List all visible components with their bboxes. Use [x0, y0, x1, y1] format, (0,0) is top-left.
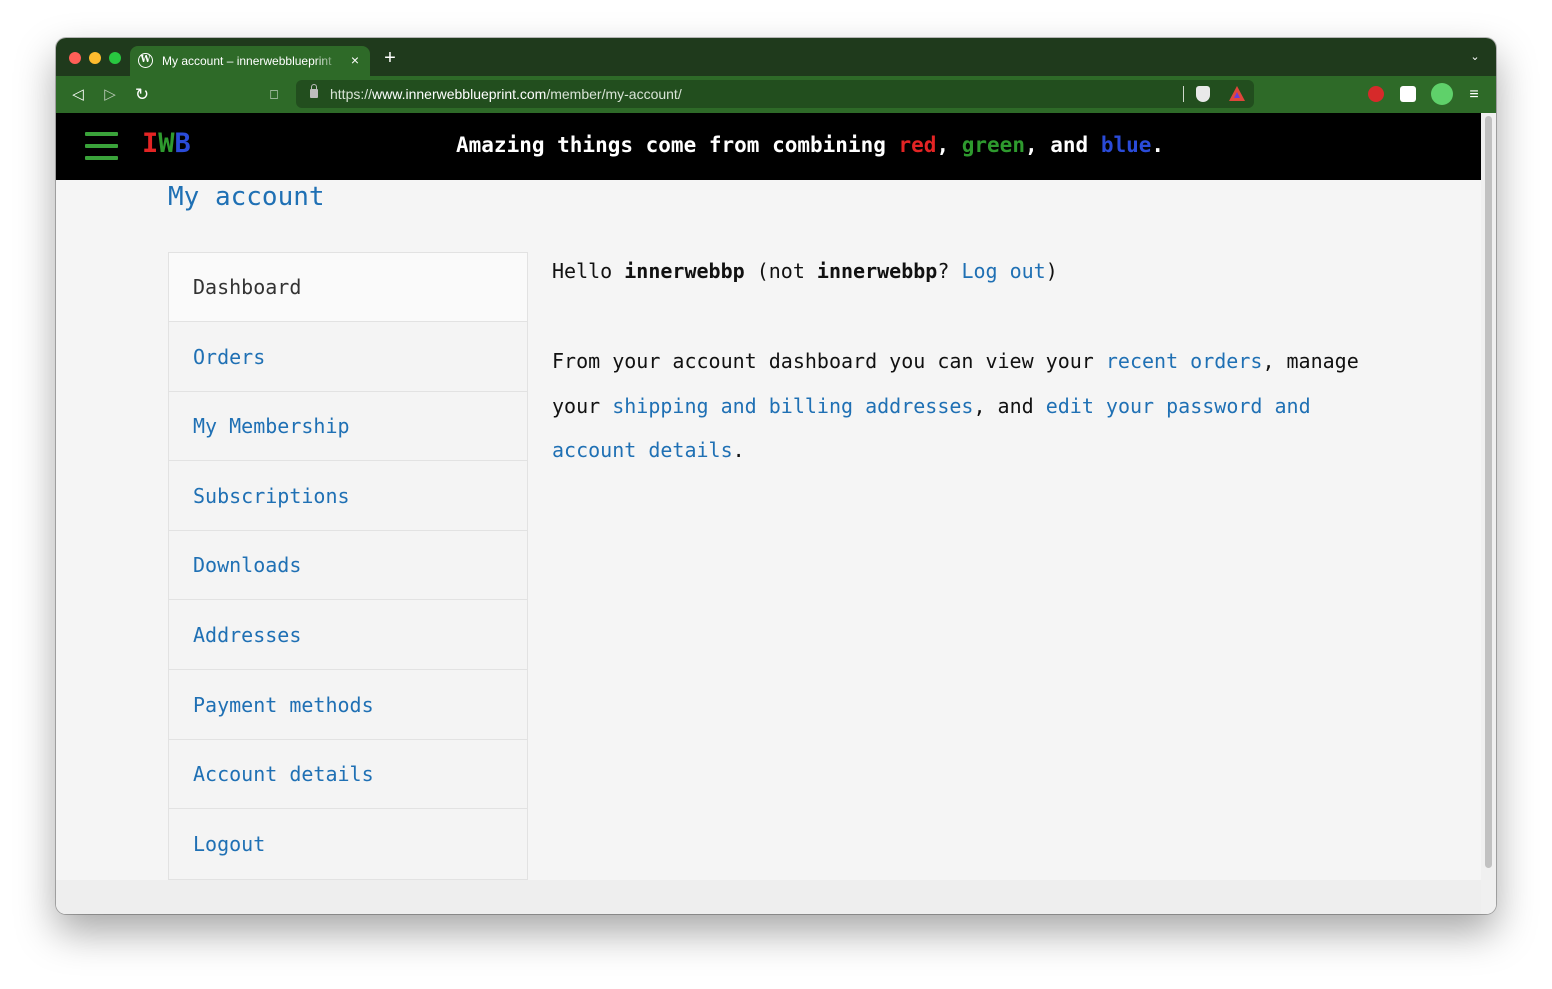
nav-item-orders[interactable]: Orders	[169, 323, 527, 392]
browser-toolbar: ◁ ▷ ↻ ⎕ https://www.innerwebblueprint.co…	[56, 76, 1496, 113]
tagline-sep: , and	[1024, 133, 1101, 157]
log-out-link[interactable]: Log out	[961, 259, 1045, 283]
page-viewport: IWB Amazing things come from combining r…	[56, 113, 1496, 914]
nav-item-subscriptions[interactable]: Subscriptions	[169, 462, 527, 531]
hamburger-menu-icon[interactable]	[85, 132, 118, 160]
nav-label: Payment methods	[193, 692, 374, 717]
nav-item-dashboard[interactable]: Dashboard	[169, 253, 527, 322]
nav-label: Logout	[193, 831, 266, 856]
logo-letter-b: B	[174, 128, 191, 159]
tagline-blue: blue	[1100, 133, 1152, 157]
bookmark-icon[interactable]: ⎕	[263, 84, 285, 106]
lock-icon	[310, 84, 318, 98]
password-extension-icon[interactable]	[1368, 86, 1384, 102]
nav-item-account-details[interactable]: Account details	[169, 740, 527, 810]
extensions-puzzle-icon[interactable]	[1400, 86, 1416, 102]
tagline-sep: ,	[936, 133, 962, 157]
greeting-text: (not	[744, 259, 817, 283]
url-divider	[1183, 86, 1184, 102]
zoom-window-button[interactable]	[109, 52, 121, 64]
nav-label: My Membership	[193, 414, 350, 439]
new-tab-button[interactable]: +	[380, 48, 400, 68]
site-logo[interactable]: IWB	[142, 128, 191, 160]
intro-text: , and	[973, 393, 1046, 418]
reload-icon[interactable]: ↻	[131, 84, 153, 106]
tab-title: My account – innerwebblueprint	[162, 54, 332, 68]
close-window-button[interactable]	[69, 52, 81, 64]
back-icon[interactable]: ◁	[67, 84, 89, 106]
greeting-text: ?	[937, 259, 962, 283]
logo-letter-i: I	[142, 128, 159, 159]
url-host: www.innerwebblueprint.com	[372, 86, 547, 102]
nav-label: Account details	[193, 762, 374, 787]
browser-window: W My account – innerwebblueprint × + ⌄ ◁…	[56, 38, 1496, 914]
addresses-link[interactable]: shipping and billing addresses	[612, 394, 973, 418]
minimize-window-button[interactable]	[89, 52, 101, 64]
site-header: IWB Amazing things come from combining r…	[56, 113, 1481, 180]
tagline-suffix: .	[1151, 133, 1165, 157]
recent-orders-link[interactable]: recent orders	[1106, 349, 1263, 373]
close-tab-icon[interactable]: ×	[346, 51, 364, 69]
url-text[interactable]: https://www.innerwebblueprint.com/member…	[330, 86, 682, 102]
tab-search-icon[interactable]: ⌄	[1468, 50, 1482, 64]
nav-item-logout[interactable]: Logout	[169, 810, 527, 879]
tagline-green: green	[961, 133, 1025, 157]
intro-text: From your account dashboard you can view…	[552, 349, 1106, 373]
greeting: Hello innerwebbp (not innerwebbp? Log ou…	[552, 259, 1058, 289]
brave-rewards-icon[interactable]	[1229, 86, 1245, 101]
logo-letter-w: W	[158, 128, 175, 159]
site-tagline: Amazing things come from combining red , …	[456, 133, 1164, 161]
url-path: /member/my-account/	[546, 86, 682, 102]
nav-item-my-membership[interactable]: My Membership	[169, 392, 527, 462]
nav-label: Dashboard	[193, 275, 302, 299]
nav-label: Downloads	[193, 553, 302, 578]
page-title: My account	[168, 182, 325, 212]
tab-strip: W My account – innerwebblueprint × + ⌄	[56, 38, 1496, 76]
site-footer	[56, 880, 1481, 914]
username: innerwebbp	[816, 259, 938, 283]
profile-avatar[interactable]	[1431, 83, 1453, 105]
account-navigation: Dashboard Orders My Membership Subscript…	[168, 252, 528, 880]
intro-text: .	[732, 438, 745, 462]
scrollbar-thumb[interactable]	[1485, 116, 1492, 868]
nav-label: Orders	[193, 344, 266, 369]
menu-icon[interactable]: ≡	[1463, 84, 1485, 106]
greeting-text: )	[1045, 259, 1058, 283]
nav-label: Addresses	[193, 623, 302, 647]
address-bar[interactable]: https://www.innerwebblueprint.com/member…	[296, 80, 1254, 108]
greeting-text: Hello	[552, 259, 625, 283]
nav-label: Subscriptions	[193, 483, 350, 508]
tagline-prefix: Amazing things come from combining	[456, 133, 899, 157]
brave-shields-icon[interactable]	[1196, 86, 1210, 102]
forward-icon[interactable]: ▷	[99, 84, 121, 106]
tagline-red: red	[898, 133, 937, 157]
wordpress-icon: W	[138, 53, 153, 68]
nav-item-addresses[interactable]: Addresses	[169, 601, 527, 670]
nav-item-downloads[interactable]: Downloads	[169, 531, 527, 601]
url-scheme: https://	[330, 86, 373, 102]
nav-item-payment-methods[interactable]: Payment methods	[169, 671, 527, 740]
username: innerwebbp	[624, 259, 745, 283]
tab-my-account[interactable]: W My account – innerwebblueprint ×	[130, 46, 370, 76]
dashboard-intro: From your account dashboard you can view…	[552, 339, 1402, 473]
